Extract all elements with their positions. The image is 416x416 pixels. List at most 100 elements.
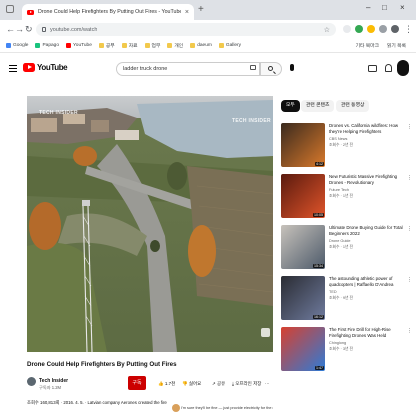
recommended-video[interactable]: 16:12 The astounding athletic power of qu…: [281, 276, 412, 322]
recommended-title[interactable]: The astounding athletic power of quadcop…: [329, 276, 409, 287]
bookmark-item[interactable]: 개인: [167, 42, 183, 49]
bookmark-star-icon[interactable]: ☆: [324, 26, 330, 34]
video-thumbnail[interactable]: 15:34: [281, 225, 325, 269]
bookmark-item[interactable]: Google: [6, 43, 28, 48]
bookmark-item[interactable]: Gallery: [218, 43, 241, 48]
browser-tab-strip: Drone Could Help Firefighters By Putting…: [0, 0, 416, 20]
tab-title: Drone Could Help Firefighters By Putting…: [38, 9, 181, 15]
comment-preview[interactable]: I'm sure they'll be fine — just provide …: [181, 406, 273, 410]
recommended-title[interactable]: Drones vs. California wildfires: How the…: [329, 123, 409, 134]
video-player[interactable]: TECH INSIDER TECH INSIDER: [27, 96, 273, 352]
recommended-video[interactable]: 1:47 The First Fire Drill for High-Rise F…: [281, 327, 412, 373]
share-button[interactable]: ↗ 공유: [212, 381, 225, 387]
forward-icon[interactable]: →: [15, 24, 24, 34]
recommended-title[interactable]: The First Fire Drill for High-Rise Firef…: [329, 327, 409, 338]
kebab-menu-icon[interactable]: ⋮: [407, 124, 412, 130]
like-button[interactable]: 👍 1.7천: [158, 381, 175, 387]
bookmark-item[interactable]: 공부: [98, 42, 115, 49]
bookmark-item[interactable]: 자료: [121, 42, 138, 49]
kebab-menu-icon[interactable]: ⋮: [407, 328, 412, 334]
folder-icon: [190, 43, 196, 48]
bookmark-folder-right[interactable]: 기타 북마크: [356, 42, 379, 49]
video-duration: 15:34: [313, 264, 324, 268]
recommended-channel[interactable]: Future Tech: [329, 188, 349, 192]
recommended-channel[interactable]: CBS News: [329, 137, 347, 141]
maximize-icon[interactable]: □: [382, 3, 387, 12]
video-thumbnail[interactable]: 1:47: [281, 327, 325, 371]
microphone-icon[interactable]: [290, 64, 294, 71]
url-text[interactable]: youtube.com/watch: [50, 27, 97, 33]
kebab-menu-icon[interactable]: ⋮: [407, 175, 412, 181]
address-bar[interactable]: youtube.com/watch ☆: [36, 23, 336, 36]
folder-icon: [218, 43, 224, 48]
extension-icon[interactable]: [355, 25, 363, 33]
close-window-icon[interactable]: ×: [400, 3, 405, 12]
chip-1[interactable]: 관련 콘텐츠: [301, 100, 335, 112]
bookmark-folder-right[interactable]: 읽기 목록: [387, 42, 406, 49]
extension-icon[interactable]: [343, 25, 351, 33]
fullscreen-icon[interactable]: [261, 328, 270, 337]
subscribe-button[interactable]: 구독: [128, 376, 146, 390]
site-favicon-icon: [66, 43, 72, 48]
extension-icon[interactable]: [367, 25, 375, 33]
download-icon: ⤓: [232, 381, 234, 386]
recommended-title[interactable]: New Futuristic Massive Firefighting Dron…: [329, 174, 409, 185]
browser-tab[interactable]: Drone Could Help Firefighters By Putting…: [22, 4, 194, 20]
create-video-icon[interactable]: [368, 65, 377, 72]
bookmark-label: Papago: [42, 43, 60, 48]
share-label: 공유: [217, 381, 226, 386]
save-offline-button[interactable]: ⤓ 오프라인 저장: [232, 381, 261, 387]
folder-icon: [121, 43, 127, 48]
more-actions-button[interactable]: ···: [265, 381, 270, 386]
account-avatar[interactable]: [397, 60, 409, 76]
dislike-label: 싫어요: [188, 381, 202, 386]
recommended-video[interactable]: 4:12 Drones vs. California wildfires: How…: [281, 123, 412, 169]
recommended-channel[interactable]: TED: [329, 290, 337, 294]
notifications-icon[interactable]: [385, 64, 392, 72]
address-bar-row: ← → ↻ youtube.com/watch ☆ ⋮: [0, 20, 416, 39]
video-duration: 4:12: [315, 162, 324, 166]
recommended-channel[interactable]: Chinglong: [329, 341, 346, 345]
youtube-logo[interactable]: YouTube: [23, 63, 68, 72]
bookmark-item[interactable]: daeum: [190, 43, 212, 48]
bookmark-label: Google: [13, 43, 29, 48]
bookmark-item[interactable]: Papago: [35, 43, 59, 48]
reload-icon[interactable]: ↻: [25, 24, 33, 35]
search-input[interactable]: ladder truck drone: [116, 62, 260, 76]
video-description[interactable]: 조회수 160,813회 · 2016. 4. 5. · Latvian com…: [27, 400, 167, 406]
chip-2[interactable]: 관련 동영상: [336, 100, 370, 112]
video-thumbnail[interactable]: 4:12: [281, 123, 325, 167]
recommended-channel[interactable]: Drone Guide: [329, 239, 351, 243]
kebab-menu-icon[interactable]: ⋮: [407, 277, 412, 283]
keyboard-icon[interactable]: [250, 65, 256, 70]
search-button[interactable]: [260, 62, 282, 76]
video-title: Drone Could Help Firefighters By Putting…: [27, 361, 177, 368]
bookmark-item[interactable]: YouTube: [66, 43, 92, 48]
kebab-menu-icon[interactable]: ⋮: [407, 226, 412, 232]
video-thumbnail[interactable]: 10:05: [281, 174, 325, 218]
channel-avatar[interactable]: [27, 377, 36, 386]
like-count: 1.7천: [164, 381, 176, 386]
chip-0[interactable]: 모두: [281, 100, 300, 112]
minimize-icon[interactable]: –: [366, 3, 370, 12]
close-tab-icon[interactable]: ×: [185, 9, 189, 16]
site-favicon-icon: [35, 43, 41, 48]
dislike-button[interactable]: 👎 싫어요: [182, 381, 201, 387]
hamburger-menu-icon[interactable]: [9, 65, 17, 72]
bookmark-label: daeum: [197, 43, 212, 48]
new-tab-icon[interactable]: +: [198, 4, 204, 15]
browser-menu-icon[interactable]: [6, 5, 14, 13]
profile-icon[interactable]: [391, 25, 399, 33]
kebab-menu-icon[interactable]: ⋮: [404, 24, 413, 35]
recommended-video[interactable]: 10:05 New Futuristic Massive Firefighting…: [281, 174, 412, 220]
recommended-meta: 조회수 · 2년 전: [329, 143, 354, 147]
video-thumbnail[interactable]: 16:12: [281, 276, 325, 320]
channel-name[interactable]: Tech Insider: [39, 378, 68, 384]
recommended-title[interactable]: Ultimate Drone Buying Guide for Total Be…: [329, 225, 409, 236]
video-duration: 16:12: [313, 315, 324, 319]
puzzle-icon[interactable]: [379, 25, 387, 33]
recommended-video[interactable]: 15:34 Ultimate Drone Buying Guide for Tot…: [281, 225, 412, 271]
thumbs-up-icon: 👍: [158, 381, 164, 386]
bookmark-item[interactable]: 업무: [144, 42, 160, 49]
back-icon[interactable]: ←: [6, 24, 15, 34]
